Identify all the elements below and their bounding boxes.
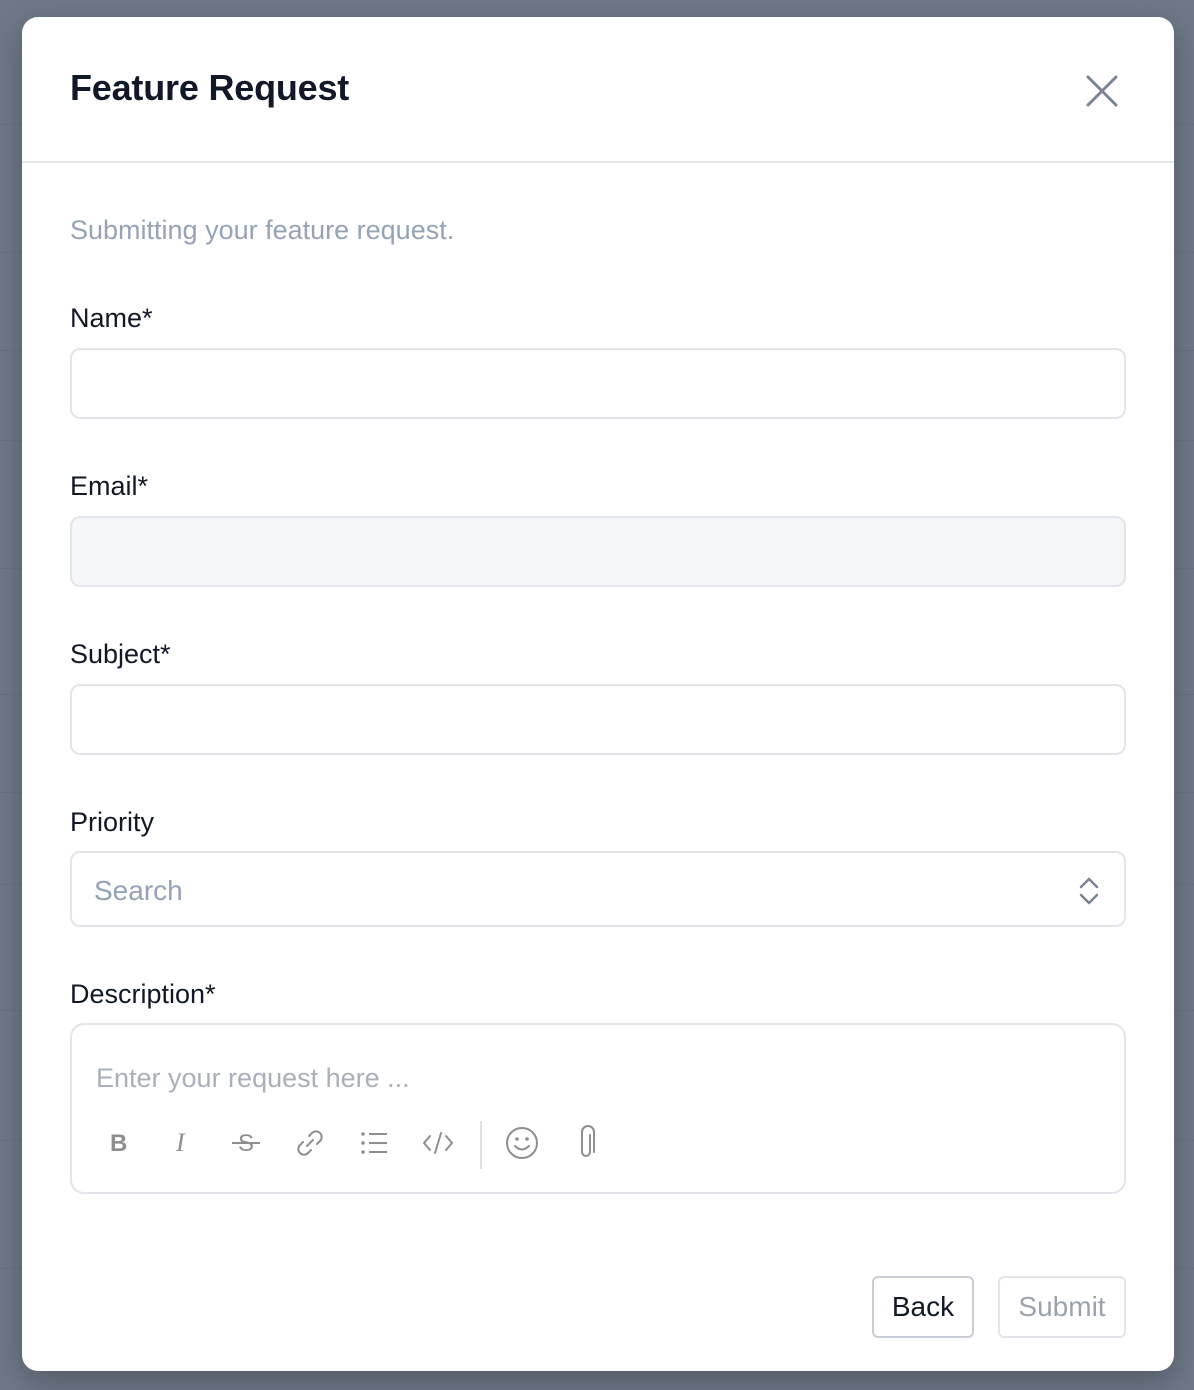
name-label: Name*: [70, 303, 153, 333]
emoji-icon: [506, 1127, 538, 1159]
close-icon: [1086, 75, 1118, 107]
priority-select[interactable]: Search: [70, 851, 1126, 927]
submit-button[interactable]: Submit: [998, 1276, 1126, 1338]
link-button[interactable]: [290, 1123, 330, 1163]
attachment-icon: [581, 1125, 595, 1157]
name-field[interactable]: [70, 348, 1126, 419]
subject-label: Subject*: [70, 639, 171, 669]
emoji-button[interactable]: [502, 1123, 542, 1163]
priority-label: Priority: [70, 807, 155, 837]
link-icon: [297, 1130, 323, 1156]
back-button[interactable]: Back: [872, 1276, 974, 1338]
feature-request-dialog: Feature Request Submitting your feature …: [22, 17, 1174, 1371]
strikethrough-icon: S: [232, 1130, 260, 1157]
email-label: Email*: [70, 471, 149, 501]
close-button[interactable]: [1080, 69, 1124, 113]
priority-placeholder: Search: [94, 875, 183, 906]
code-icon: [423, 1132, 453, 1154]
strikethrough-button[interactable]: S: [226, 1123, 266, 1163]
italic-button[interactable]: I: [162, 1123, 202, 1163]
description-placeholder: Enter your request here ...: [96, 1063, 410, 1093]
subject-field[interactable]: [70, 684, 1126, 755]
email-field[interactable]: [70, 516, 1126, 587]
code-button[interactable]: [418, 1123, 458, 1163]
dialog-subtitle: Submitting your feature request.: [70, 215, 455, 245]
svg-text:I: I: [175, 1129, 186, 1157]
chevron-up-down-icon: [1079, 877, 1099, 905]
description-editor[interactable]: Enter your request here ... B I S: [70, 1023, 1126, 1194]
bullet-list-icon: [361, 1132, 387, 1154]
bold-button[interactable]: B: [98, 1123, 138, 1163]
bold-icon: B: [110, 1130, 127, 1157]
toolbar-divider: [480, 1121, 482, 1169]
bullet-list-button[interactable]: [354, 1123, 394, 1163]
dialog-title: Feature Request: [70, 67, 350, 108]
description-label: Description*: [70, 979, 216, 1009]
italic-icon: I: [175, 1129, 186, 1157]
attachment-button[interactable]: [566, 1123, 606, 1163]
dialog-header: Feature Request: [22, 17, 1174, 163]
svg-text:B: B: [110, 1130, 127, 1157]
